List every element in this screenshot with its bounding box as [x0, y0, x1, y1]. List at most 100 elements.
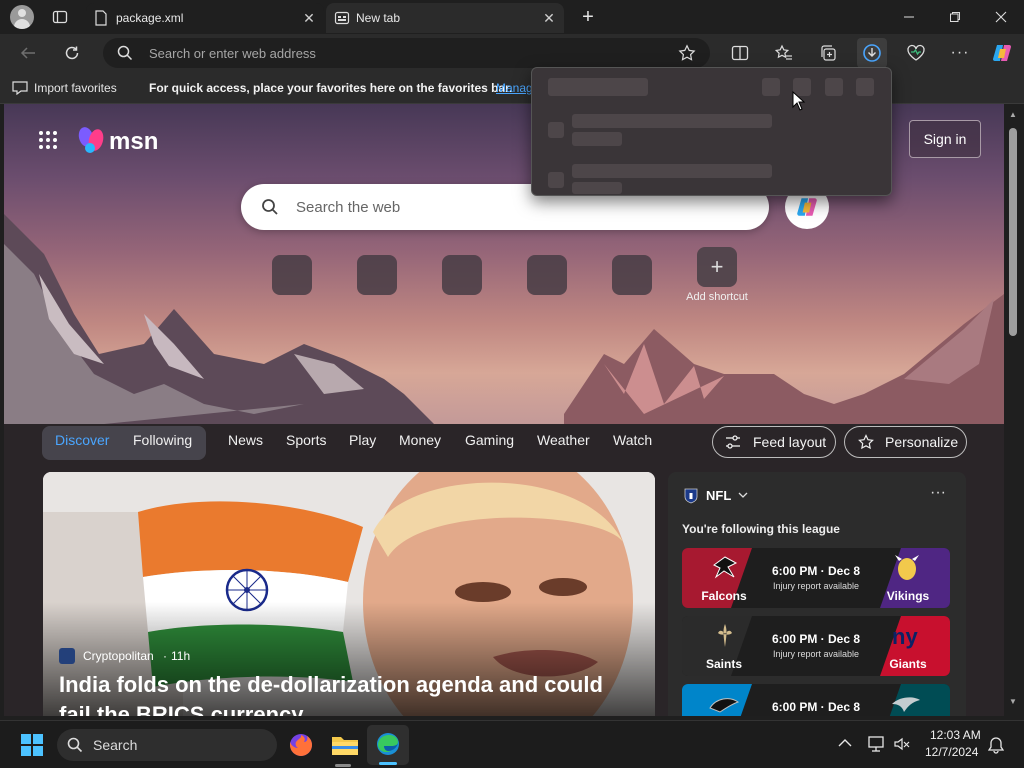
start-button[interactable] — [20, 733, 44, 757]
more-options-icon[interactable]: ··· — [945, 38, 975, 68]
flyout-action-placeholder[interactable] — [762, 78, 780, 96]
feed-layout-label: Feed layout — [753, 434, 827, 450]
clock-time[interactable]: 12:03 AM — [930, 728, 981, 742]
favorites-bar-message: For quick access, place your favorites h… — [149, 81, 513, 95]
feed-navigation: Discover Following News Sports Play Mone… — [36, 420, 988, 464]
shortcut-tile[interactable] — [527, 255, 567, 295]
shortcut-tile[interactable] — [272, 255, 312, 295]
source-logo-icon — [59, 648, 75, 664]
refresh-button[interactable] — [57, 38, 87, 68]
game-time: 6:00 PM · Dec 8 — [771, 632, 861, 646]
taskbar-active-indicator — [379, 762, 397, 765]
search-icon — [261, 198, 279, 216]
close-tab-icon[interactable]: ✕ — [540, 9, 558, 27]
nav-gaming[interactable]: Gaming — [465, 432, 514, 448]
edge-taskbar-button[interactable] — [367, 725, 409, 765]
news-headline-line2[interactable]: fail the BRICS currency — [59, 702, 304, 716]
flyout-title-placeholder — [548, 78, 648, 96]
document-icon — [94, 10, 108, 26]
home-team-name: Falcons — [701, 589, 747, 603]
tab-package-xml[interactable]: package.xml ✕ — [86, 3, 324, 33]
import-favorites-button[interactable]: Import favorites — [34, 81, 117, 95]
nav-play[interactable]: Play — [349, 432, 376, 448]
new-tab-plus-icon[interactable]: + — [578, 6, 598, 28]
game-row[interactable]: 6:00 PM · Dec 8 Injury report available … — [682, 548, 950, 608]
address-bar[interactable]: Search or enter web address — [103, 38, 710, 68]
tab-new-tab[interactable]: New tab ✕ — [326, 3, 564, 33]
away-team-name: Vikings — [886, 589, 930, 603]
game-row[interactable]: 6:00 PM · Dec 8 — [682, 684, 950, 716]
page-scrollbar[interactable]: ▲ ▼ — [1004, 104, 1024, 716]
nav-watch[interactable]: Watch — [613, 432, 652, 448]
taskbar-search[interactable]: Search — [57, 729, 277, 761]
more-options-icon[interactable]: ··· — [930, 484, 946, 502]
close-window-button[interactable] — [978, 0, 1024, 34]
home-team-name: Saints — [705, 657, 742, 671]
league-title[interactable]: NFL — [706, 488, 731, 503]
close-tab-icon[interactable]: ✕ — [300, 9, 318, 27]
browser-essentials-button[interactable] — [901, 38, 931, 68]
tab-discover[interactable]: Discover — [55, 432, 109, 448]
collections-button[interactable] — [813, 38, 843, 68]
volume-muted-icon[interactable] — [894, 736, 910, 752]
downloads-flyout — [531, 67, 892, 196]
downloads-button[interactable] — [857, 38, 887, 68]
nav-sports[interactable]: Sports — [286, 432, 326, 448]
address-placeholder: Search or enter web address — [149, 46, 316, 61]
profile-avatar[interactable] — [10, 5, 34, 29]
favorites-button[interactable] — [769, 38, 799, 68]
add-shortcut-button[interactable]: + — [697, 247, 737, 287]
game-row[interactable]: ny 6:00 PM · Dec 8 Injury report availab… — [682, 616, 950, 676]
msn-logo-icon[interactable] — [76, 124, 108, 156]
split-screen-button[interactable] — [725, 38, 755, 68]
flyout-action-placeholder[interactable] — [825, 78, 843, 96]
nav-news[interactable]: News — [228, 432, 263, 448]
scrollbar-thumb[interactable] — [1009, 128, 1017, 336]
feed-layout-button[interactable]: Feed layout — [712, 426, 836, 458]
shortcut-tile[interactable] — [357, 255, 397, 295]
notification-bell-icon[interactable] — [988, 736, 1004, 754]
search-placeholder: Search the web — [296, 199, 401, 216]
tab-actions-icon[interactable] — [52, 9, 68, 25]
newtab-icon — [334, 10, 350, 26]
copilot-icon[interactable] — [987, 38, 1017, 68]
favorite-star-icon[interactable] — [678, 44, 696, 62]
personalize-button[interactable]: Personalize — [844, 426, 967, 458]
nav-weather[interactable]: Weather — [537, 432, 590, 448]
news-age: 11h — [171, 649, 191, 663]
league-subtitle: You're following this league — [682, 522, 840, 536]
network-icon[interactable] — [868, 736, 886, 752]
back-button[interactable] — [13, 38, 43, 68]
firefox-icon[interactable] — [288, 732, 314, 758]
show-hidden-icons-chevron-icon[interactable] — [838, 738, 852, 748]
search-icon — [117, 45, 133, 61]
news-headline[interactable]: India folds on the de-dollarization agen… — [59, 672, 603, 698]
nav-money[interactable]: Money — [399, 432, 441, 448]
shortcut-tile[interactable] — [442, 255, 482, 295]
personalize-label: Personalize — [885, 434, 959, 450]
news-source[interactable]: Cryptopolitan — [83, 649, 154, 663]
scroll-up-arrow-icon[interactable]: ▲ — [1009, 110, 1017, 119]
apps-grid-icon[interactable] — [38, 130, 58, 150]
taskbar-active-indicator — [335, 764, 351, 767]
add-shortcut-label: Add shortcut — [686, 291, 748, 303]
chevron-down-icon[interactable] — [738, 491, 748, 499]
tab-following[interactable]: Following — [133, 432, 192, 448]
sign-in-button[interactable]: Sign in — [909, 120, 981, 158]
clock-date[interactable]: 12/7/2024 — [925, 745, 978, 759]
flyout-action-placeholder[interactable] — [856, 78, 874, 96]
hero-news-card[interactable]: Cryptopolitan · 11h India folds on the d… — [43, 472, 655, 716]
manage-favorites-link[interactable]: Manag — [496, 81, 533, 95]
nfl-scores-card: NFL ··· You're following this league 6:0… — [668, 472, 966, 716]
feed-layout-icon — [725, 435, 741, 449]
download-item-text-placeholder — [572, 114, 772, 128]
scroll-down-arrow-icon[interactable]: ▼ — [1009, 697, 1017, 706]
title-bar: package.xml ✕ New tab ✕ + — [0, 0, 1024, 34]
shortcut-tile[interactable] — [612, 255, 652, 295]
restore-button[interactable] — [932, 0, 978, 34]
file-explorer-icon[interactable] — [331, 733, 359, 757]
download-item-text-placeholder — [572, 132, 622, 146]
minimize-button[interactable] — [886, 0, 932, 34]
personalize-icon — [857, 434, 875, 450]
news-separator: · — [163, 649, 167, 663]
